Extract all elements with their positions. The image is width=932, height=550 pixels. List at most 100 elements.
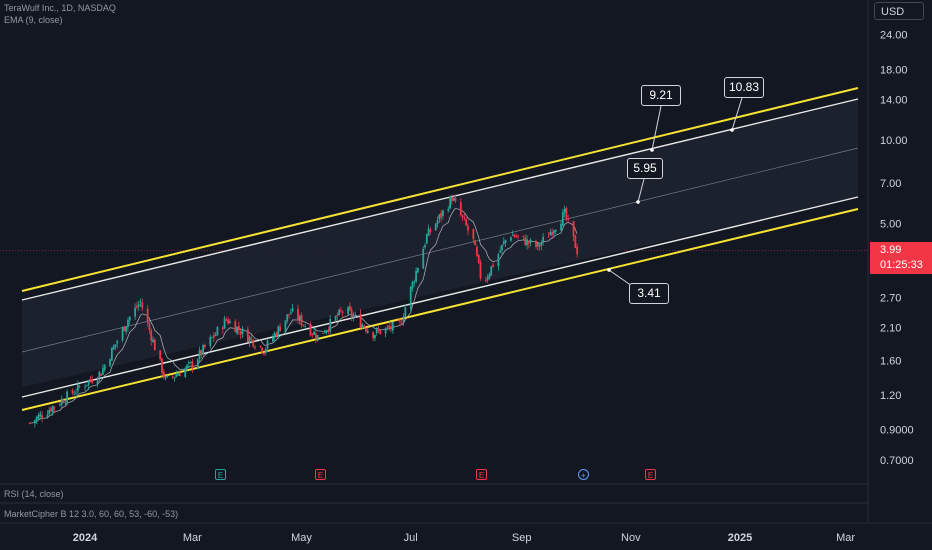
candle-body — [322, 333, 324, 334]
candle-body — [234, 321, 237, 333]
candle-body — [436, 220, 439, 224]
candle-body — [284, 320, 287, 332]
candle-body — [101, 368, 104, 375]
candle-body — [33, 419, 36, 424]
candle-body — [524, 237, 527, 246]
candle-body — [409, 286, 412, 309]
time-tick-label: Nov — [621, 532, 641, 544]
annotation-10-83[interactable]: 10.83 — [724, 77, 764, 98]
candle-body — [298, 316, 301, 321]
annotation-anchor-dot — [650, 148, 654, 152]
candle-body — [386, 326, 389, 328]
candle-body — [87, 380, 90, 386]
candle-body — [146, 308, 149, 323]
candle-body — [504, 240, 507, 243]
candle-body — [202, 345, 205, 355]
price-tick-label: 24.00 — [880, 30, 908, 42]
candle-body — [137, 304, 140, 307]
add-event-icon[interactable]: + — [578, 469, 589, 480]
candle-body — [363, 325, 366, 328]
price-tick-label: 1.20 — [880, 390, 901, 402]
time-tick-label: Jul — [404, 532, 418, 544]
candle-body — [529, 239, 532, 243]
candle-body — [442, 210, 444, 216]
earnings-event-icon[interactable]: E — [215, 469, 226, 480]
candle-body — [313, 331, 315, 335]
candle-body — [538, 244, 541, 247]
candle-body — [511, 234, 514, 236]
candle-body — [153, 339, 156, 351]
candle-body — [171, 376, 174, 378]
candle-body — [434, 223, 437, 231]
candle-body — [114, 344, 117, 347]
candle-body — [250, 337, 253, 339]
annotation-3-41[interactable]: 3.41 — [629, 283, 669, 304]
candle-body — [354, 314, 357, 316]
candle-body — [125, 326, 128, 332]
candle-body — [484, 280, 487, 281]
candle-body — [275, 333, 278, 337]
candle-body — [200, 350, 203, 355]
ema-legend[interactable]: EMA (9, close) — [4, 15, 63, 25]
candle-body — [173, 377, 176, 379]
candle-body — [128, 316, 131, 321]
candle-body — [336, 315, 339, 317]
candle-body — [223, 318, 226, 329]
candle-body — [542, 236, 545, 242]
candle-body — [134, 307, 137, 317]
symbol-title[interactable]: TeraWulf Inc., 1D, NASDAQ — [4, 3, 116, 13]
candle-body — [350, 309, 353, 317]
candle-body — [84, 386, 86, 388]
candle-body — [50, 408, 52, 412]
candle-body — [347, 307, 349, 315]
candle-body — [375, 328, 378, 334]
earnings-event-icon[interactable]: E — [476, 469, 487, 480]
candle-body — [413, 281, 416, 283]
annotation-9-21[interactable]: 9.21 — [641, 85, 681, 106]
candle-body — [440, 212, 443, 218]
time-tick-label: 2025 — [728, 532, 752, 544]
rsi-legend[interactable]: RSI (14, close) — [4, 489, 64, 499]
candle-body — [501, 244, 503, 251]
annotation-5-95[interactable]: 5.95 — [627, 158, 663, 179]
candle-body — [304, 326, 307, 328]
candle-body — [64, 402, 67, 404]
candle-body — [549, 232, 552, 236]
candle-body — [340, 310, 342, 312]
candle-body — [438, 214, 441, 220]
candle-body — [540, 243, 543, 246]
price-tick-label: 2.70 — [880, 292, 901, 304]
candle-body — [121, 327, 124, 341]
candle-body — [309, 324, 312, 336]
earnings-event-icon[interactable]: E — [315, 469, 326, 480]
candle-body — [209, 337, 212, 347]
candle-body — [91, 379, 94, 383]
candle-body — [526, 239, 528, 246]
candle-body — [447, 208, 450, 212]
price-tick-label: 14.00 — [880, 95, 908, 107]
candle-body — [400, 322, 403, 324]
earnings-event-icon[interactable]: E — [645, 469, 656, 480]
candle-body — [71, 390, 74, 394]
candle-body — [221, 327, 224, 330]
candle-body — [486, 277, 489, 281]
candle-body — [216, 327, 219, 335]
cipher-legend[interactable]: MarketCipher B 12 3.0, 60, 60, 53, -60, … — [4, 509, 178, 519]
candle-body — [450, 197, 453, 202]
candle-body — [177, 374, 179, 376]
price-tick-label: 5.00 — [880, 218, 901, 230]
price-chart[interactable]: 24.00 18.00 14.00 10.00 7.00 5.00 2.70 2.10 1.60… — [0, 0, 932, 550]
candle-body — [576, 247, 579, 255]
currency-button[interactable]: USD — [874, 2, 924, 20]
candle-body — [416, 267, 419, 273]
candle-body — [535, 240, 537, 247]
candle-body — [139, 301, 142, 303]
last-price-value: 3.99 — [880, 244, 902, 256]
candle-body — [127, 320, 129, 327]
candle-body — [96, 380, 99, 384]
candle-body — [388, 325, 391, 328]
candle-body — [53, 406, 56, 408]
candle-body — [527, 241, 530, 244]
candle-body — [239, 332, 242, 335]
price-tick-label: 18.00 — [880, 64, 908, 76]
